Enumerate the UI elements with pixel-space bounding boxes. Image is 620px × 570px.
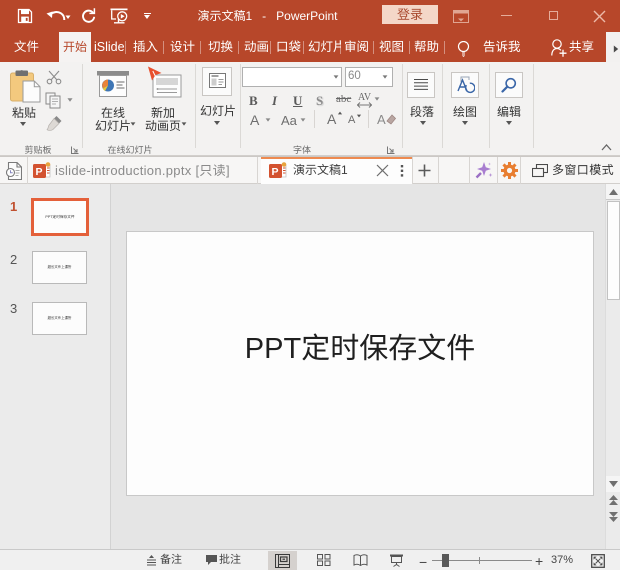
svg-text:P: P	[272, 166, 279, 178]
svg-text:P: P	[36, 166, 43, 178]
